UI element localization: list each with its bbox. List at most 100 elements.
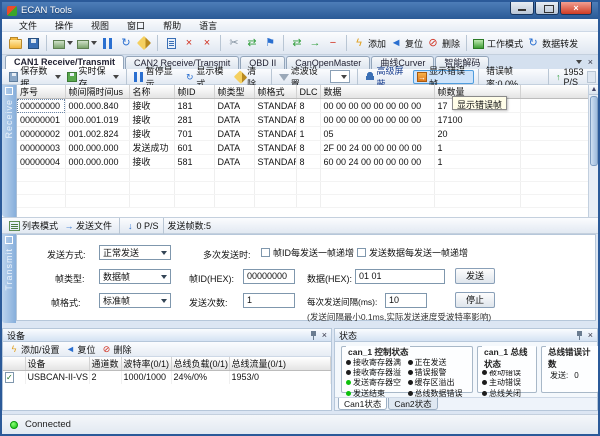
clear-button[interactable] — [135, 34, 153, 52]
display-mode-button[interactable]: ↻显示模式 — [182, 70, 233, 84]
frame-type-select[interactable]: 数据帧 — [99, 269, 171, 284]
menu-file[interactable]: 文件 — [10, 19, 46, 32]
table-row[interactable]: 00000001000.001.019接收281DATASTANDARD800 … — [17, 113, 589, 127]
tab-can2-status[interactable]: Can2状态 — [388, 398, 437, 410]
menu-language[interactable]: 语言 — [190, 19, 226, 32]
receive-side-tab[interactable]: Receive — [2, 85, 16, 217]
col-seq[interactable]: 序号 — [17, 85, 65, 99]
chevron-down-icon — [67, 41, 73, 45]
panel-close-icon[interactable]: × — [588, 331, 593, 340]
refresh-button[interactable]: ↻ — [117, 34, 135, 52]
filter-settings-button[interactable]: 滤波设置 — [276, 70, 327, 84]
stop-button[interactable]: 停止 — [455, 292, 495, 308]
toolbar-overflow-spinner[interactable] — [587, 71, 596, 83]
tab-close-icon[interactable]: × — [588, 57, 593, 67]
advanced-mask-button[interactable]: 高级屏蔽 — [362, 70, 413, 84]
lightning-icon: ϟ — [353, 37, 365, 49]
disconnect-device-button[interactable] — [75, 34, 99, 52]
main-toolbar: ↻ × × ✂ ⇄ ⚑ ⇄ → − ϟ添加 ◄复位 ⊘删除 工作模式 ↻数据转发 — [2, 32, 598, 55]
chevron-down-icon — [55, 75, 61, 79]
device-add-settings-button[interactable]: ϟ添加/设置 — [6, 342, 63, 356]
pin-icon[interactable] — [576, 331, 583, 340]
pin-icon[interactable] — [310, 331, 317, 340]
table-row[interactable]: 00000003000.000.000发送成功601DATASTANDARD82… — [17, 141, 589, 155]
col-bus-traffic[interactable]: 总线流量(0/1) — [229, 357, 331, 371]
col-channels[interactable]: 通道数 — [89, 357, 121, 371]
status-tabs: Can1状态 Can2状态 — [335, 397, 597, 410]
reset-device-button[interactable]: ◄复位 — [388, 34, 425, 52]
work-mode-button[interactable]: 工作模式 — [471, 34, 525, 52]
menu-operate[interactable]: 操作 — [46, 19, 82, 32]
col-baud[interactable]: 波特率(0/1) — [121, 357, 171, 371]
show-error-frames-button[interactable]: →显示错误帧 — [413, 70, 474, 84]
send-times-input[interactable]: 1 — [243, 293, 295, 308]
device-reset-button[interactable]: ◄复位 — [63, 342, 99, 356]
delete-device-button[interactable]: ⊘删除 — [425, 34, 462, 52]
device-row[interactable]: ✓ USBCAN-II-VS 2 1000/1000 24%/0% 1953/0 — [3, 371, 331, 384]
filter-combo[interactable] — [330, 70, 351, 83]
col-frame-format[interactable]: 帧格式 — [254, 85, 296, 99]
vertical-scrollbar[interactable]: ▲ ▼ — [588, 85, 598, 217]
open-button[interactable] — [6, 34, 24, 52]
table-row[interactable]: 00000002001.002.824接收701DATASTANDARD1052… — [17, 127, 589, 141]
col-name[interactable]: 名称 — [129, 85, 174, 99]
menu-view[interactable]: 视图 — [82, 19, 118, 32]
remove-button[interactable]: × — [198, 34, 216, 52]
pause-button[interactable] — [99, 34, 117, 52]
close-button[interactable]: × — [560, 2, 592, 15]
stop-dash-button[interactable]: − — [324, 34, 342, 52]
col-dlc[interactable]: DLC — [296, 85, 320, 99]
edit-button[interactable]: × — [180, 34, 198, 52]
col-interval[interactable]: 帧间隔时间us — [65, 85, 129, 99]
connect-device-button[interactable] — [51, 34, 75, 52]
brush-icon — [234, 70, 248, 84]
menu-help[interactable]: 帮助 — [154, 19, 190, 32]
col-bus-load[interactable]: 总线负载(0/1) — [171, 357, 229, 371]
col-frame-type[interactable]: 帧类型 — [214, 85, 254, 99]
clear-list-button[interactable]: 清除 — [233, 70, 267, 84]
send-button[interactable]: 发送 — [455, 268, 495, 284]
frame-format-select[interactable]: 标准帧 — [99, 293, 171, 308]
realtime-save-button[interactable]: 实时保存 — [64, 70, 122, 84]
list-mode-button[interactable]: 列表模式 — [6, 219, 61, 233]
filter-doc-button[interactable] — [162, 34, 180, 52]
maximize-button[interactable] — [535, 2, 559, 15]
transmit-side-tab[interactable]: Transmit — [2, 234, 16, 323]
transmit-toolbar: 列表模式 →发送文件 ↓ 0 P/S 发送帧数:5 — [2, 217, 598, 234]
tab-can1-status[interactable]: Can1状态 — [338, 398, 387, 410]
device-delete-button[interactable]: ⊘删除 — [99, 342, 135, 356]
cut-button[interactable]: ✂ — [225, 34, 243, 52]
forward-button[interactable]: ⇄ — [288, 34, 306, 52]
receive-area: Receive 序号 帧间隔时间us 名称 帧ID 帧类型 帧格式 DLC 数据… — [2, 85, 598, 217]
frame-id-input[interactable]: 00000000 — [243, 269, 295, 284]
pause-display-button[interactable]: 暂停显示 — [131, 70, 182, 84]
col-device[interactable]: 设备 — [25, 357, 89, 371]
scroll-up-icon[interactable]: ▲ — [589, 85, 598, 95]
device-enabled-checkbox[interactable]: ✓ — [5, 372, 14, 383]
panel-close-icon[interactable]: × — [322, 331, 327, 340]
dash-icon: − — [327, 37, 339, 49]
data-hex-label: 数据(HEX): — [307, 272, 352, 285]
save-button[interactable] — [24, 34, 42, 52]
send-mode-select[interactable]: 正常发送 — [99, 245, 171, 260]
data-hex-input[interactable]: 01 01 — [355, 269, 445, 284]
table-row[interactable]: 00000004000.000.000接收581DATASTANDARD860 … — [17, 155, 589, 169]
scrollbar-thumb[interactable] — [590, 96, 598, 166]
paste-button[interactable]: ⇄ — [243, 34, 261, 52]
multi-send-label: 多次发送时: — [203, 248, 251, 261]
interval-input[interactable]: 10 — [385, 293, 427, 308]
flag-button[interactable]: ⚑ — [261, 34, 279, 52]
add-device-button[interactable]: ϟ添加 — [351, 34, 388, 52]
save-data-button[interactable]: 保存数据 — [6, 70, 64, 84]
data-forward-button[interactable]: ↻数据转发 — [525, 34, 580, 52]
send-file-button[interactable]: →发送文件 — [61, 219, 115, 233]
menu-window[interactable]: 窗口 — [118, 19, 154, 32]
app-icon — [7, 6, 17, 16]
tab-list-dropdown-icon[interactable] — [576, 60, 582, 64]
col-frame-id[interactable]: 帧ID — [174, 85, 214, 99]
inc-frame-id-checkbox[interactable]: 帧ID每发送一帧递增 — [261, 246, 354, 259]
minimize-button[interactable] — [510, 2, 534, 15]
go-button[interactable]: → — [306, 34, 324, 52]
inc-data-checkbox[interactable]: 发送数据每发送一帧递增 — [357, 246, 468, 259]
col-data[interactable]: 数据 — [320, 85, 434, 99]
